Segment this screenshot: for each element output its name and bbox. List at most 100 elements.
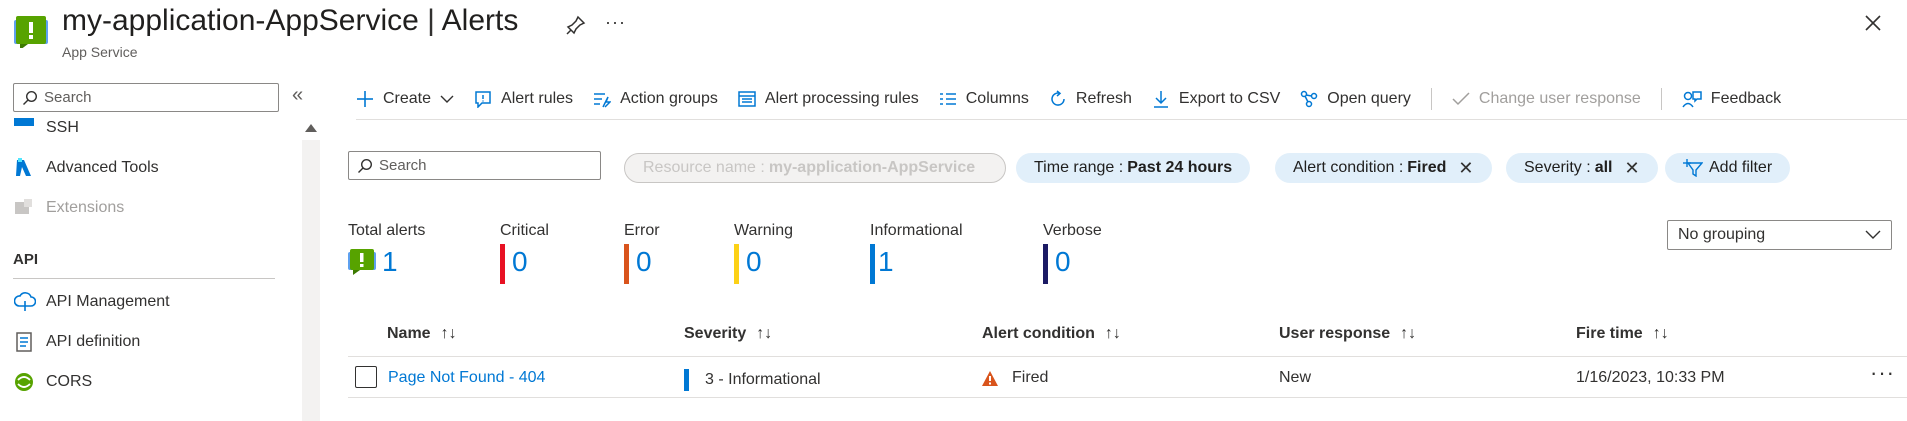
sidebar-scrollbar[interactable]	[302, 140, 320, 421]
columns-button[interactable]: Columns	[939, 90, 1029, 108]
refresh-button[interactable]: Refresh	[1049, 90, 1132, 108]
sidebar-item-advanced-tools[interactable]: Advanced Tools	[14, 158, 159, 178]
column-header-user-response[interactable]: User response ↑↓	[1279, 325, 1416, 343]
table-row-divider	[348, 397, 1907, 398]
feedback-label: Feedback	[1710, 90, 1782, 107]
filter-key: Time range :	[1034, 159, 1124, 176]
sidebar-item-label: SSH	[46, 119, 79, 136]
sidebar-search[interactable]	[13, 83, 279, 112]
create-button[interactable]: Create	[356, 90, 454, 108]
plus-icon	[357, 91, 373, 107]
sort-icon: ↑↓	[440, 325, 457, 342]
severity-bar	[684, 369, 689, 391]
column-header-name[interactable]: Name ↑↓	[387, 325, 457, 343]
open-query-label: Open query	[1327, 90, 1411, 107]
extensions-icon	[14, 198, 34, 218]
search-icon	[358, 158, 373, 173]
summary-value: 0	[636, 246, 652, 277]
open-query-button[interactable]: Open query	[1300, 90, 1411, 108]
sidebar-item-cors[interactable]: CORS	[14, 372, 92, 392]
time-range-filter[interactable]: Time range : Past 24 hours	[1016, 153, 1251, 183]
sort-icon: ↑↓	[1400, 325, 1417, 342]
row-more-options-icon[interactable]: ···	[1870, 360, 1895, 386]
summary-critical[interactable]: Critical 0	[500, 222, 549, 284]
sidebar-item-api-management[interactable]: API Management	[13, 292, 170, 312]
critical-bar	[500, 244, 505, 284]
export-csv-button[interactable]: Export to CSV	[1152, 90, 1280, 108]
summary-verbose[interactable]: Verbose 0	[1043, 222, 1102, 284]
filter-key: Alert condition :	[1293, 159, 1404, 176]
toolbar-divider-line	[356, 119, 1907, 120]
user-response-cell: New	[1279, 369, 1312, 386]
scroll-up-arrow-icon[interactable]	[305, 124, 317, 132]
grouping-value: No grouping	[1678, 226, 1766, 243]
severity-filter[interactable]: Severity : all ✕	[1506, 153, 1658, 183]
column-header-fire-time[interactable]: Fire time ↑↓	[1576, 325, 1669, 343]
cors-icon	[14, 372, 34, 392]
title-separator: |	[418, 4, 442, 37]
remove-filter-icon[interactable]: ✕	[1458, 158, 1473, 179]
feedback-button[interactable]: Feedback	[1682, 90, 1781, 108]
close-icon[interactable]	[1862, 12, 1884, 34]
summary-value: 1	[878, 246, 894, 277]
table-header-divider	[348, 356, 1907, 357]
column-header-severity[interactable]: Severity ↑↓	[684, 325, 772, 343]
summary-label: Total alerts	[348, 222, 426, 239]
column-header-alert-condition[interactable]: Alert condition ↑↓	[982, 325, 1121, 343]
summary-informational[interactable]: Informational 1	[870, 222, 963, 284]
alerts-search-input[interactable]	[379, 157, 599, 174]
remove-filter-icon[interactable]: ✕	[1624, 158, 1639, 179]
page-subtitle: App Service	[62, 44, 138, 60]
alert-processing-rules-label: Alert processing rules	[764, 90, 919, 107]
summary-total[interactable]: Total alerts 1	[348, 222, 425, 278]
warning-bar	[734, 244, 739, 284]
alert-rules-icon	[475, 91, 491, 108]
checkmark-icon	[1452, 92, 1470, 106]
warning-icon	[982, 370, 998, 386]
fire-time-cell: 1/16/2023, 10:33 PM	[1576, 369, 1725, 386]
create-label: Create	[383, 90, 432, 107]
pin-icon[interactable]	[565, 14, 587, 36]
filter-value: Past 24 hours	[1127, 159, 1233, 176]
collapse-sidebar-icon[interactable]: «	[292, 84, 303, 107]
alert-condition-cell: Fired	[982, 369, 1048, 387]
alert-rules-button[interactable]: Alert rules	[474, 90, 573, 108]
filter-value: all	[1594, 159, 1613, 176]
grouping-dropdown[interactable]: No grouping	[1667, 220, 1892, 250]
sidebar-item-api-definition[interactable]: API definition	[14, 332, 140, 352]
action-groups-button[interactable]: Action groups	[593, 90, 718, 108]
summary-warning[interactable]: Warning 0	[734, 222, 793, 284]
summary-value: 0	[746, 246, 762, 277]
filter-value: Fired	[1407, 159, 1447, 176]
alert-condition-filter[interactable]: Alert condition : Fired ✕	[1275, 153, 1492, 183]
change-user-response-label: Change user response	[1478, 90, 1641, 107]
command-bar: Create Alert rules Action groups Alert p…	[356, 84, 1801, 114]
sidebar-item-ssh[interactable]: SSH	[14, 118, 79, 138]
sidebar-section-api: API	[13, 251, 39, 268]
toolbar-divider	[1660, 88, 1662, 110]
search-icon	[23, 90, 38, 105]
summary-error[interactable]: Error 0	[624, 222, 660, 284]
alert-name-link[interactable]: Page Not Found - 404	[388, 369, 545, 387]
action-groups-label: Action groups	[620, 90, 718, 107]
verbose-bar	[1043, 244, 1048, 284]
more-options-icon[interactable]: ···	[605, 12, 626, 33]
summary-value: 0	[1055, 246, 1071, 277]
summary-label: Verbose	[1043, 222, 1102, 239]
filter-key: Severity :	[1524, 159, 1591, 176]
alert-processing-rules-button[interactable]: Alert processing rules	[738, 90, 919, 108]
add-filter-label: Add filter	[1709, 159, 1773, 176]
row-checkbox[interactable]	[355, 366, 377, 388]
refresh-label: Refresh	[1075, 90, 1132, 107]
sidebar-item-label: Extensions	[46, 199, 125, 216]
add-filter-button[interactable]: Add filter	[1665, 153, 1791, 183]
sidebar-item-label: API Management	[46, 293, 170, 310]
resource-name: my-application-AppService	[62, 4, 419, 37]
sidebar-item-extensions[interactable]: Extensions	[14, 198, 124, 218]
change-user-response-button[interactable]: Change user response	[1452, 90, 1641, 108]
alerts-search[interactable]	[348, 151, 601, 180]
summary-value: 0	[512, 246, 528, 277]
sidebar-search-input[interactable]	[44, 89, 264, 106]
api-definition-icon	[14, 332, 34, 352]
summary-value: 1	[382, 246, 398, 277]
